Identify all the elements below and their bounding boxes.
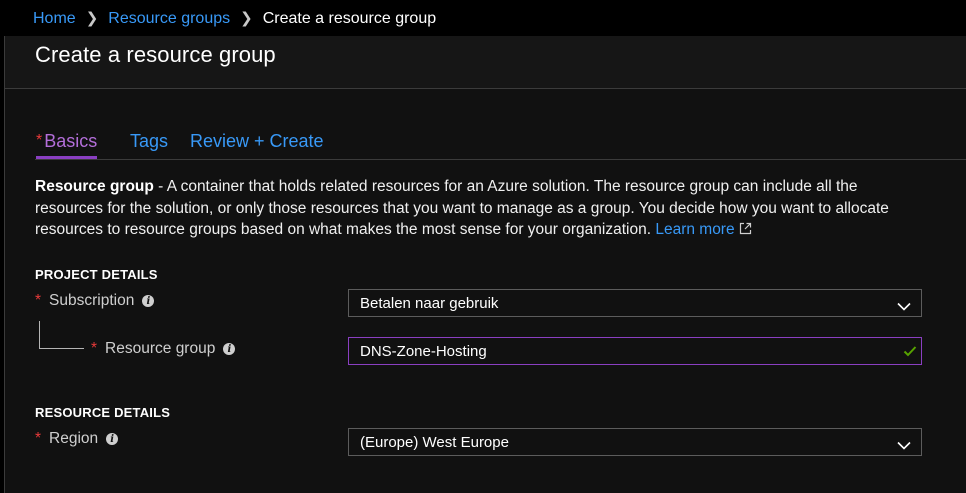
- tab-review-create[interactable]: Review + Create: [190, 130, 324, 159]
- chevron-down-icon: [897, 298, 911, 315]
- description-text: - A container that holds related resourc…: [35, 178, 889, 238]
- tab-basics[interactable]: * Basics: [36, 130, 98, 159]
- info-icon[interactable]: i: [223, 343, 236, 355]
- resource-group-value: DNS-Zone-Hosting: [360, 342, 487, 360]
- blade-panel: Create a resource group * Basics Tags Rev…: [4, 36, 966, 493]
- breadcrumb: Home ❯ Resource groups ❯ Create a resour…: [33, 9, 436, 29]
- tab-tags-label: Tags: [130, 131, 169, 151]
- region-label-text: Region: [49, 430, 99, 447]
- tab-basics-label: Basics: [44, 131, 98, 151]
- chevron-right-icon: ❯: [85, 10, 99, 27]
- region-value: (Europe) West Europe: [360, 433, 509, 451]
- tab-tags[interactable]: Tags: [130, 130, 168, 159]
- info-icon[interactable]: i: [106, 433, 119, 445]
- chevron-down-icon: [897, 437, 911, 454]
- required-marker: *: [35, 430, 42, 447]
- info-icon[interactable]: i: [142, 295, 155, 307]
- region-dropdown[interactable]: (Europe) West Europe: [348, 428, 922, 456]
- resource-group-input[interactable]: DNS-Zone-Hosting: [348, 337, 922, 365]
- blade-header: Create a resource group: [5, 36, 966, 89]
- external-link-icon: [739, 220, 752, 242]
- learn-more-label: Learn more: [655, 221, 735, 238]
- breadcrumb-resource-groups-link[interactable]: Resource groups: [108, 9, 230, 29]
- tab-review-create-label: Review + Create: [190, 131, 324, 151]
- resource-group-description: Resource group - A container that holds …: [35, 176, 915, 242]
- description-term: Resource group: [35, 178, 154, 195]
- chevron-right-icon: ❯: [240, 10, 253, 27]
- breadcrumb-home-link[interactable]: Home: [33, 9, 76, 29]
- required-marker: *: [35, 292, 42, 309]
- learn-more-link[interactable]: Learn more: [655, 221, 751, 238]
- checkmark-icon: [903, 344, 917, 361]
- page-title: Create a resource group: [35, 42, 276, 67]
- breadcrumb-current: Create a resource group: [262, 10, 437, 27]
- region-label: * Region i: [35, 430, 119, 448]
- required-marker: *: [36, 132, 43, 149]
- resource-details-header: RESOURCE DETAILS: [35, 405, 171, 420]
- project-details-header: PROJECT DETAILS: [35, 267, 158, 282]
- hierarchy-connector: [39, 321, 84, 349]
- subscription-value: Betalen naar gebruik: [360, 294, 499, 312]
- resource-group-label-text: Resource group: [105, 340, 216, 357]
- subscription-label: * Subscription i: [35, 292, 155, 310]
- required-marker: *: [91, 340, 98, 357]
- tab-bar: * Basics Tags Review + Create: [35, 126, 966, 160]
- subscription-label-text: Subscription: [49, 292, 135, 309]
- resource-group-label: * Resource group i: [91, 340, 236, 358]
- subscription-dropdown[interactable]: Betalen naar gebruik: [348, 289, 922, 317]
